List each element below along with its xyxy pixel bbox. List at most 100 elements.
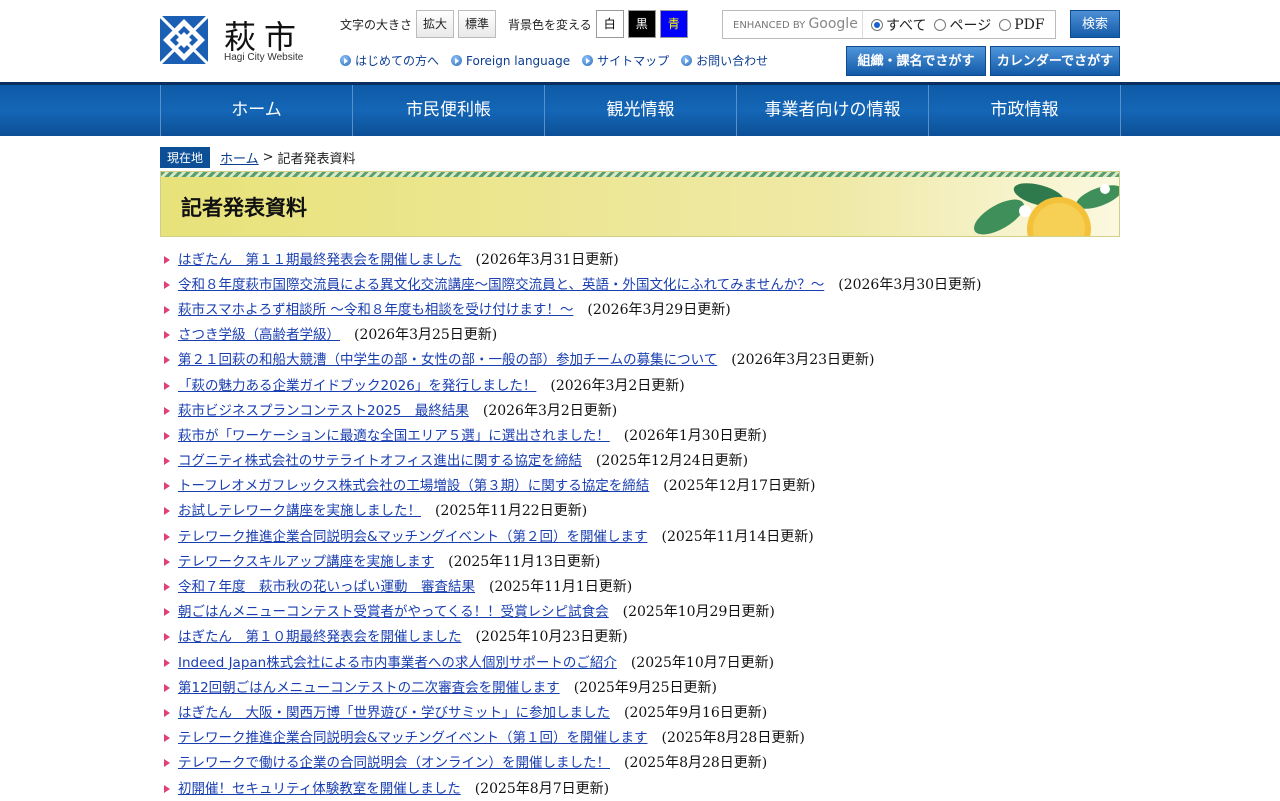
list-item: 初開催！セキュリティ体験教室を開催しました (2025年8月7日更新) — [164, 776, 1114, 801]
press-release-link[interactable]: テレワークで働ける企業の合同説明会（オンライン）を開催しました！ — [178, 753, 610, 773]
press-release-link[interactable]: はぎたん 大阪・関西万博「世界遊び・学びサミット」に参加しました — [178, 703, 610, 723]
breadcrumb-home-link[interactable]: ホーム — [220, 148, 259, 167]
search-scope-page[interactable]: ページ — [934, 15, 991, 35]
link-contact[interactable]: お問い合わせ — [681, 52, 768, 69]
font-size-label: 文字の大きさ — [340, 17, 413, 32]
font-standard-button[interactable]: 標準 — [458, 10, 497, 38]
search-by-calendar-button[interactable]: カレンダーでさがす — [990, 46, 1120, 76]
accessibility-tools: 文字の大きさ 拡大 標準 背景色を変える 白 黒 青 — [340, 10, 692, 38]
list-item: さつき学級（高齢者学級） (2026年3月25日更新) — [164, 323, 1114, 348]
list-item: 萩市スマホよろず相談所 ～令和８年度も相談を受け付けます！～ (2026年3月29… — [164, 297, 1114, 322]
bg-white-button[interactable]: 白 — [595, 10, 624, 38]
press-release-link[interactable]: 「萩の魅力ある企業ガイドブック2026」を発行しました！ — [178, 376, 536, 396]
updated-date: (2025年10月29日更新) — [622, 604, 775, 621]
list-item: 萩市ビジネスプランコンテスト2025 最終結果 (2026年3月2日更新) — [164, 398, 1114, 423]
updated-date: (2026年3月29日更新) — [587, 301, 731, 318]
bg-black-button[interactable]: 黒 — [627, 10, 656, 38]
press-release-link[interactable]: 萩市が「ワーケーションに最適な全国エリア５選」に選出されました！ — [178, 426, 610, 446]
press-release-link[interactable]: 萩市スマホよろず相談所 ～令和８年度も相談を受け付けます！～ — [178, 300, 573, 320]
list-item: テレワークで働ける企業の合同説明会（オンライン）を開催しました！ (2025年8月… — [164, 751, 1114, 776]
hagi-logo-icon — [160, 16, 208, 64]
nav-city-admin[interactable]: 市政情報 — [929, 85, 1121, 136]
radio-checked-icon — [871, 18, 883, 31]
updated-date: (2025年10月23日更新) — [475, 629, 628, 646]
page-title-banner: 記者発表資料 — [160, 171, 1120, 237]
list-item: 第２１回萩の和船大競漕（中学生の部・女性の部・一般の部）参加チームの募集について… — [164, 348, 1114, 373]
bullet-triangle-icon — [164, 608, 170, 617]
list-item: トーフレオメガフレックス株式会社の工場増設（第３期）に関する協定を締結 (2025… — [164, 474, 1114, 499]
updated-date: (2025年9月25日更新) — [573, 679, 717, 696]
list-item: テレワーク推進企業合同説明会&マッチングイベント（第２回）を開催します (2025… — [164, 524, 1114, 549]
font-enlarge-button[interactable]: 拡大 — [416, 10, 455, 38]
bullet-triangle-icon — [164, 784, 170, 793]
updated-date: (2025年10月7日更新) — [630, 654, 775, 671]
nav-home[interactable]: ホーム — [161, 85, 353, 136]
search-button[interactable]: 検索 — [1070, 10, 1120, 38]
list-item: Indeed Japan株式会社による市内事業者への求人個別サポートのご紹介 (2… — [164, 650, 1114, 675]
press-release-link[interactable]: コグニティ株式会社のサテライトオフィス進出に関する協定を締結 — [178, 451, 582, 471]
list-item: 令和８年度萩市国際交流員による異文化交流講座～国際交流員と、英語・外国文化にふれ… — [164, 272, 1114, 297]
search-box: ENHANCED BY Google すべて ページ PDF — [722, 10, 1056, 39]
press-release-link[interactable]: Indeed Japan株式会社による市内事業者への求人個別サポートのご紹介 — [178, 653, 617, 673]
press-release-link[interactable]: はぎたん 第１０期最終発表会を開催しました — [178, 627, 462, 647]
link-sitemap[interactable]: サイトマップ — [582, 52, 669, 69]
bullet-triangle-icon — [164, 532, 170, 541]
press-release-link[interactable]: 萩市ビジネスプランコンテスト2025 最終結果 — [178, 401, 469, 421]
press-release-link[interactable]: テレワーク推進企業合同説明会&マッチングイベント（第２回）を開催します — [178, 527, 648, 547]
press-release-link[interactable]: 第12回朝ごはんメニューコンテストの二次審査会を開催します — [178, 678, 560, 698]
updated-date: (2026年3月31日更新) — [475, 251, 619, 268]
press-release-link[interactable]: テレワーク推進企業合同説明会&マッチングイベント（第１回）を開催します — [178, 728, 648, 748]
search-scope-all[interactable]: すべて — [871, 15, 926, 35]
bullet-triangle-icon — [164, 482, 170, 491]
breadcrumb-here-badge: 現在地 — [160, 146, 211, 168]
updated-date: (2025年8月28日更新) — [624, 755, 768, 772]
updated-date: (2025年11月1日更新) — [489, 579, 633, 596]
citrus-decoration-icon — [974, 183, 1119, 236]
press-release-link[interactable]: 朝ごはんメニューコンテスト受賞者がやってくる！！受賞レシピ試食会 — [178, 602, 609, 622]
nav-citizen-guide[interactable]: 市民便利帳 — [353, 85, 545, 136]
bullet-triangle-icon — [164, 280, 170, 289]
press-release-link[interactable]: 令和８年度萩市国際交流員による異文化交流講座～国際交流員と、英語・外国文化にふれ… — [178, 275, 824, 295]
press-release-list: はぎたん 第１１期最終発表会を開催しました (2026年3月31日更新) 令和８年度… — [164, 247, 1114, 801]
list-item: コグニティ株式会社のサテライトオフィス進出に関する協定を締結 (2025年12月2… — [164, 449, 1114, 474]
updated-date: (2025年11月14日更新) — [661, 528, 814, 545]
search-by-org-button[interactable]: 組織・課名でさがす — [846, 46, 986, 76]
updated-date: (2025年11月22日更新) — [435, 503, 588, 520]
press-release-link[interactable]: さつき学級（高齢者学級） — [178, 325, 340, 345]
bg-color-label: 背景色を変える — [508, 17, 592, 32]
press-release-link[interactable]: テレワークスキルアップ講座を実施します — [178, 552, 434, 572]
press-release-link[interactable]: お試しテレワーク講座を実施しました！ — [178, 501, 421, 521]
utility-links: はじめての方へ Foreign language サイトマップ お問い合わせ — [340, 52, 780, 69]
site-logo[interactable]: 萩市 Hagi City Website — [160, 16, 310, 66]
arrow-circle-icon — [582, 55, 594, 66]
link-foreign-language[interactable]: Foreign language — [451, 52, 570, 69]
search-scope-pdf[interactable]: PDF — [999, 17, 1045, 33]
press-release-link[interactable]: 初開催！セキュリティ体験教室を開催しました — [178, 779, 461, 799]
updated-date: (2025年8月7日更新) — [474, 780, 610, 797]
updated-date: (2026年3月23日更新) — [731, 352, 875, 369]
list-item: はぎたん 第１１期最終発表会を開催しました (2026年3月31日更新) — [164, 247, 1114, 272]
list-item: テレワーク推進企業合同説明会&マッチングイベント（第１回）を開催します (2025… — [164, 726, 1114, 751]
nav-business[interactable]: 事業者向けの情報 — [737, 85, 929, 136]
updated-date: (2026年3月30日更新) — [838, 276, 982, 293]
search-input[interactable]: ENHANCED BY Google — [723, 11, 863, 38]
bullet-triangle-icon — [164, 507, 170, 516]
bullet-triangle-icon — [164, 431, 170, 440]
breadcrumb: 現在地 ホーム > 記者発表資料 — [160, 146, 356, 168]
bullet-triangle-icon — [164, 255, 170, 264]
global-nav-bar: ホーム 市民便利帳 観光情報 事業者向けの情報 市政情報 — [0, 82, 1280, 136]
bullet-triangle-icon — [164, 583, 170, 592]
press-release-link[interactable]: 令和７年度 萩市秋の花いっぱい運動 審査結果 — [178, 577, 475, 597]
link-beginners[interactable]: はじめての方へ — [340, 52, 439, 69]
page-title: 記者発表資料 — [181, 196, 307, 220]
bullet-triangle-icon — [164, 633, 170, 642]
list-item: 第12回朝ごはんメニューコンテストの二次審査会を開催します (2025年9月25日… — [164, 675, 1114, 700]
bullet-triangle-icon — [164, 406, 170, 415]
bullet-triangle-icon — [164, 381, 170, 390]
nav-tourism[interactable]: 観光情報 — [545, 85, 737, 136]
bg-blue-button[interactable]: 青 — [659, 10, 688, 38]
list-item: 萩市が「ワーケーションに最適な全国エリア５選」に選出されました！ (2026年1月… — [164, 423, 1114, 448]
press-release-link[interactable]: トーフレオメガフレックス株式会社の工場増設（第３期）に関する協定を締結 — [178, 476, 649, 496]
press-release-link[interactable]: はぎたん 第１１期最終発表会を開催しました — [178, 250, 462, 270]
press-release-link[interactable]: 第２１回萩の和船大競漕（中学生の部・女性の部・一般の部）参加チームの募集について — [178, 350, 717, 370]
